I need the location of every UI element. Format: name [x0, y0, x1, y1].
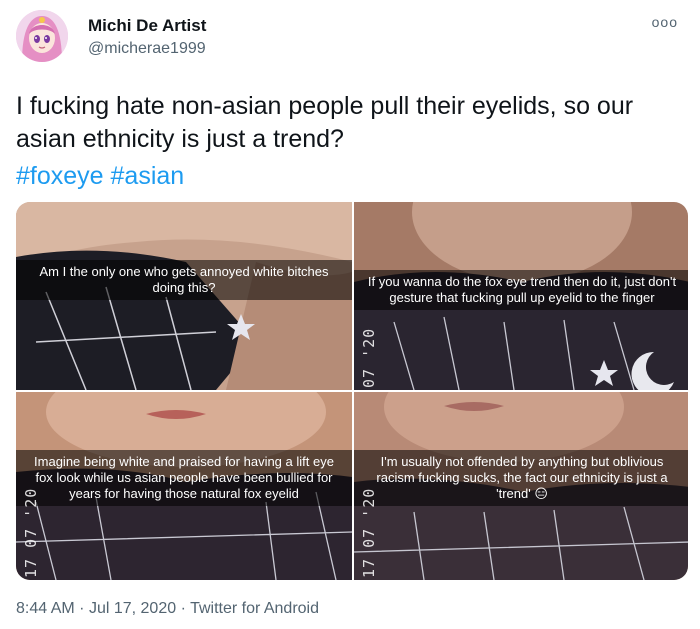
hashtag-foxeye[interactable]: #foxeye [16, 162, 104, 190]
photo-3-date-stamp: 17 07 '20 [22, 487, 40, 578]
author-display-name[interactable]: Michi De Artist [88, 16, 206, 36]
tweet-card: Michi De Artist @micherae1999 ooo I fuck… [0, 0, 700, 629]
photo-3-caption: Imagine being white and praised for havi… [16, 450, 352, 506]
photo-4-caption: I'm usually not offended by anything but… [354, 450, 688, 506]
tweet-time[interactable]: 8:44 AM [16, 600, 75, 617]
media-photo-3[interactable]: Imagine being white and praised for havi… [16, 392, 352, 580]
photo-1-caption: Am I the only one who gets annoyed white… [16, 260, 352, 300]
tweet-text: I fucking hate non-asian people pull the… [16, 92, 634, 153]
photo-2-caption: If you wanna do the fox eye trend then d… [354, 270, 688, 310]
media-grid: Am I the only one who gets annoyed white… [16, 202, 688, 580]
author-avatar[interactable] [16, 10, 68, 62]
hashtag-asian[interactable]: #asian [111, 162, 185, 190]
tweet-metadata: 8:44 AM · Jul 17, 2020 · Twitter for And… [16, 600, 319, 618]
more-options-icon[interactable]: ooo [652, 14, 678, 30]
separator: · [180, 600, 186, 617]
tweet-date[interactable]: Jul 17, 2020 [89, 600, 176, 617]
anime-girl-avatar-icon [16, 10, 68, 62]
separator: · [79, 600, 85, 617]
author-handle[interactable]: @micherae1999 [88, 40, 206, 58]
tweet-source[interactable]: Twitter for Android [190, 600, 319, 617]
photo-4-date-stamp: 17 07 '20 [360, 487, 378, 578]
media-photo-4[interactable]: I'm usually not offended by anything but… [354, 392, 688, 580]
tweet-hashtags: #foxeye #asian [16, 160, 184, 193]
media-photo-1[interactable]: Am I the only one who gets annoyed white… [16, 202, 352, 390]
media-photo-2[interactable]: If you wanna do the fox eye trend then d… [354, 202, 688, 390]
photo-2-date-stamp: 07 '20 [360, 327, 378, 388]
